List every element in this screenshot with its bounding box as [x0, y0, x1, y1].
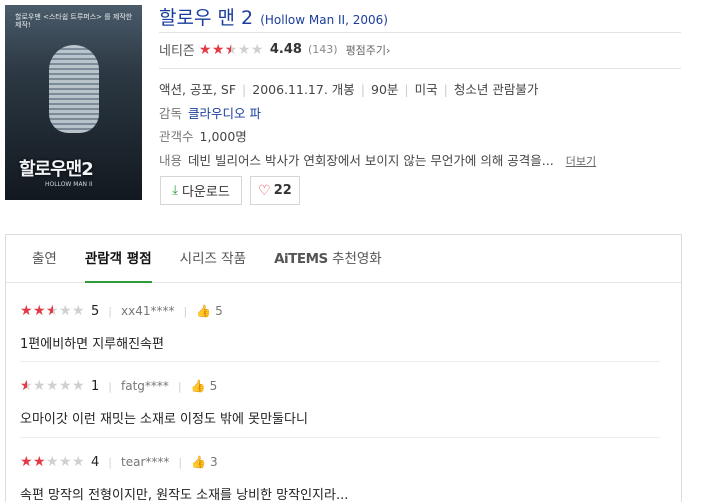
- movie-title-row: 할로우 맨 2 (Hollow Man II, 2006): [159, 3, 388, 30]
- movie-original-title: (Hollow Man II, 2006): [260, 13, 388, 27]
- divider: [20, 361, 660, 362]
- tab-cast-label: 출연: [32, 251, 57, 267]
- star-icon: ★: [20, 454, 33, 470]
- review-score: 5: [91, 303, 100, 319]
- like-button[interactable]: ♡ 22: [250, 176, 300, 205]
- like-count: 22: [273, 183, 292, 198]
- age-rating: 청소년 관람불가: [453, 82, 539, 97]
- thumbs-up-icon[interactable]: 👍: [191, 379, 206, 393]
- review-likes: 5: [209, 379, 218, 393]
- tab-audience-rating[interactable]: 관람객 평점: [71, 235, 166, 283]
- synopsis-label: 내용: [159, 153, 183, 168]
- audience-row: 관객수 1,000명: [159, 126, 247, 145]
- director-label: 감독: [159, 106, 183, 121]
- star-icon: ★: [72, 303, 85, 319]
- tab-cast[interactable]: 출연: [18, 235, 71, 282]
- review-likes: 5: [215, 304, 223, 318]
- star-icon: ★: [46, 378, 59, 394]
- review-score: 4: [91, 454, 100, 470]
- review-stars: ★ ★ ★ ★ ★: [20, 304, 85, 318]
- star-icon: ★: [225, 43, 238, 57]
- star-icon: ★: [211, 41, 225, 58]
- audience-count: 1,000명: [199, 129, 247, 144]
- review-text: 속편 망작의 전형이지만, 원작도 소재를 낭비한 망작인지라...: [20, 488, 349, 502]
- download-button[interactable]: ⤓ 다운로드: [160, 176, 242, 205]
- tab-series[interactable]: 시리즈 작품: [166, 235, 260, 282]
- thumbs-up-icon[interactable]: 👍: [191, 455, 206, 469]
- netizen-rating: 네티즌 ★★★★★ 4.48 (143) 평점주기›: [159, 40, 390, 59]
- review-score: 1: [91, 378, 100, 394]
- star-icon: ★: [20, 303, 33, 319]
- star-icon: ★: [72, 378, 85, 394]
- synopsis-row: 내용 데빈 빌리어스 박사가 연회장에서 보이지 않는 무언가에 의해 공격을..…: [159, 150, 596, 169]
- download-label: 다운로드: [181, 185, 230, 200]
- rating-stars: ★ ★ ★ ★ ★: [199, 43, 264, 57]
- review-stars: ★ ★ ★ ★ ★: [20, 455, 85, 469]
- movie-poster[interactable]: 할로우맨 <스타쉽 트루퍼스> 를 제작한 제작! 할로우맨2 HOLLOW M…: [5, 5, 142, 200]
- download-icon: ⤓: [172, 183, 178, 198]
- tab-bar: 출연 관람객 평점 시리즈 작품 AiTEMS 추천영화: [6, 235, 681, 283]
- more-link[interactable]: 더보기: [566, 155, 596, 168]
- review-item: ★★★★★ 1 | fatg**** | 👍 5 오마이갓 이런 재밋는 소재로…: [20, 377, 660, 428]
- runtime: 90분: [371, 82, 399, 97]
- poster-figure: [49, 45, 99, 133]
- poster-subtitle: HOLLOW MAN II: [45, 181, 93, 188]
- star-icon: ★: [46, 454, 59, 470]
- tab-recommend-label: 추천영화: [332, 251, 382, 267]
- poster-tagline: 할로우맨 <스타쉽 트루퍼스> 를 제작한 제작!: [15, 13, 133, 30]
- star-icon: ★: [59, 303, 72, 319]
- star-icon: ★: [198, 41, 212, 58]
- heart-icon: ♡: [258, 182, 271, 199]
- review-user: fatg****: [121, 379, 169, 393]
- review-item: ★ ★ ★ ★ ★ 4 | tear**** | 👍 3 속편 망작의 전형이지만, 원…: [20, 453, 660, 502]
- divider: [159, 32, 681, 33]
- review-user: xx41****: [121, 304, 175, 318]
- rating-label: 네티즌: [159, 44, 195, 59]
- star-icon: ★: [59, 378, 72, 394]
- divider: [159, 68, 681, 69]
- release-date: 2006.11.17. 개봉: [252, 82, 355, 97]
- review-likes: 3: [210, 455, 218, 469]
- rating-score: 4.48: [269, 42, 302, 57]
- movie-title[interactable]: 할로우 맨 2: [159, 7, 253, 29]
- star-icon: ★: [237, 41, 251, 58]
- poster-title: 할로우맨2: [19, 159, 94, 180]
- star-icon: ★: [250, 41, 264, 58]
- review-user: tear****: [121, 455, 170, 469]
- aitems-brand: AiTEMS: [274, 251, 328, 267]
- movie-meta: 액션, 공포, SF | 2006.11.17. 개봉 | 90분 | 미국 | 청소년 관람불…: [159, 82, 539, 97]
- star-icon: ★: [33, 378, 46, 394]
- rate-link[interactable]: 평점주기›: [346, 42, 391, 58]
- rating-count: (143): [307, 43, 338, 56]
- director-link[interactable]: 클라우디오 파: [188, 106, 261, 121]
- star-icon: ★: [20, 379, 33, 393]
- director-row: 감독 클라우디오 파: [159, 103, 261, 122]
- divider: [20, 437, 660, 438]
- thumbs-up-icon[interactable]: 👍: [196, 304, 211, 318]
- country: 미국: [414, 82, 438, 97]
- tab-series-label: 시리즈 작품: [179, 251, 247, 267]
- tab-audience-rating-label: 관람객 평점: [84, 251, 152, 267]
- star-icon: ★: [72, 454, 85, 470]
- star-icon: ★: [33, 303, 46, 319]
- star-icon: ★: [46, 304, 59, 318]
- review-stars: ★ ★ ★ ★ ★: [20, 379, 85, 393]
- review-text: 오마이갓 이런 재밋는 소재로 이정도 밖에 못만둘다니: [20, 412, 308, 427]
- star-icon: ★: [33, 454, 46, 470]
- synopsis-text: 데빈 빌리어스 박사가 연회장에서 보이지 않는 무언가에 의해 공격을...: [188, 153, 554, 168]
- audience-label: 관객수: [159, 129, 194, 144]
- review-text: 1편에비하면 지루해진속편: [20, 337, 164, 352]
- review-item: ★★★★★ 5 | xx41**** | 👍 5 1편에비하면 지루해진속편: [20, 302, 660, 353]
- tab-recommend[interactable]: AiTEMS 추천영화: [260, 235, 396, 282]
- star-icon: ★: [59, 454, 72, 470]
- genre: 액션, 공포, SF: [159, 82, 237, 97]
